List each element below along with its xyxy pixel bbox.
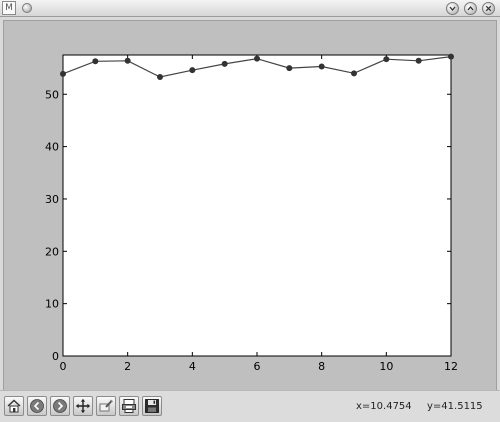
- move-arrows-icon: [76, 399, 90, 413]
- y-tick-label: 20: [45, 245, 59, 258]
- pan-button[interactable]: [73, 396, 93, 416]
- maximize-button[interactable]: [464, 2, 477, 15]
- y-tick-label: 40: [45, 141, 59, 154]
- data-point: [60, 70, 66, 77]
- arrow-left-icon: [30, 399, 44, 413]
- data-point: [189, 67, 196, 74]
- y-tick-label: 10: [45, 298, 59, 311]
- floppy-disk-icon: [145, 399, 159, 413]
- forward-button[interactable]: [50, 396, 70, 416]
- app-logo-icon: M: [2, 1, 16, 15]
- data-point: [286, 65, 293, 72]
- figure-window: 0 10 20 30 40 50 0 2 4 6 8 10 12: [0, 17, 500, 422]
- navigation-toolbar: x=10.4754 y=41.5115: [0, 390, 500, 422]
- zoom-rect-button[interactable]: [96, 396, 116, 416]
- x-tick-label: 12: [444, 360, 458, 373]
- figure-canvas[interactable]: 0 10 20 30 40 50 0 2 4 6 8 10 12: [3, 20, 497, 405]
- data-point: [383, 56, 390, 63]
- zoom-rectangle-icon: [99, 399, 113, 412]
- back-button[interactable]: [27, 396, 47, 416]
- home-icon: [7, 399, 21, 413]
- x-tick-label: 8: [318, 360, 325, 373]
- data-point: [351, 70, 357, 77]
- data-point: [221, 60, 228, 67]
- minimize-button[interactable]: [446, 2, 459, 15]
- cursor-x-readout: x=10.4754: [356, 401, 412, 412]
- save-button[interactable]: [142, 396, 162, 416]
- subplots-icon: [122, 399, 136, 413]
- x-tick-label: 4: [189, 360, 196, 373]
- arrow-right-icon: [53, 399, 67, 413]
- close-button[interactable]: [482, 2, 495, 15]
- x-tick-label: 0: [60, 360, 67, 373]
- chevron-down-icon: [449, 6, 456, 12]
- window-titlebar: M: [0, 0, 500, 17]
- y-tick-label: 0: [52, 350, 59, 363]
- line-chart[interactable]: 0 10 20 30 40 50 0 2 4 6 8 10 12: [4, 21, 496, 404]
- data-point: [124, 57, 131, 64]
- data-point: [448, 53, 454, 60]
- close-icon: [485, 5, 492, 12]
- y-tick-label: 50: [45, 88, 59, 101]
- data-point: [254, 55, 260, 62]
- data-point: [92, 58, 99, 65]
- window-menu-button[interactable]: [22, 3, 32, 13]
- data-point: [157, 73, 163, 80]
- data-point: [415, 57, 422, 64]
- configure-subplots-button[interactable]: [119, 396, 139, 416]
- plot-axes: [62, 54, 452, 357]
- data-point: [318, 63, 325, 70]
- home-button[interactable]: [4, 396, 24, 416]
- cursor-y-readout: y=41.5115: [427, 401, 483, 412]
- x-tick-label: 2: [124, 360, 131, 373]
- y-tick-label: 30: [45, 193, 59, 206]
- x-tick-label: 10: [379, 360, 393, 373]
- x-tick-label: 6: [254, 360, 261, 373]
- chevron-up-icon: [467, 5, 474, 11]
